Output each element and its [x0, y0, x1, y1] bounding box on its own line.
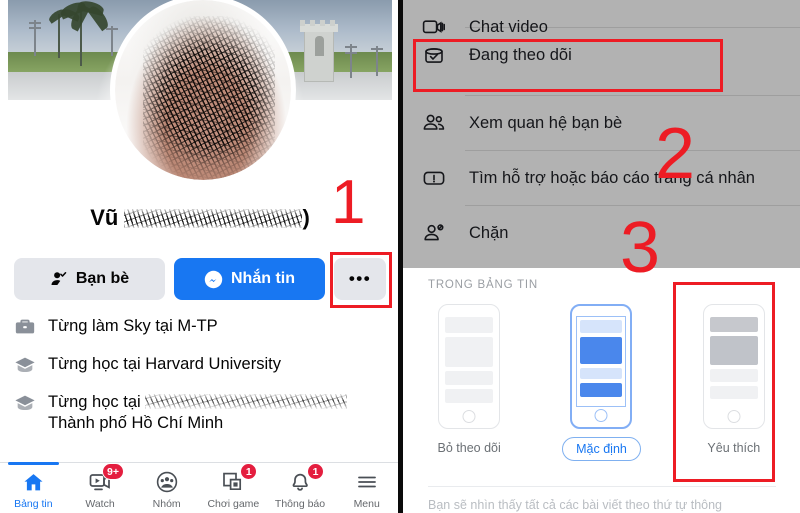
friend-check-icon — [51, 271, 67, 285]
more-options-label: ••• — [348, 269, 372, 288]
avatar-ring — [110, 0, 296, 185]
feed-option-yeu-thich[interactable]: Yêu thích — [668, 304, 800, 461]
profile-name-redaction — [124, 209, 303, 228]
video-icon: 9+ — [88, 463, 124, 495]
phone-preview-unfollow — [438, 304, 501, 429]
avatar[interactable] — [110, 0, 296, 185]
tab-watch[interactable]: 9+ Watch — [67, 463, 134, 513]
two-people-icon — [421, 108, 451, 138]
menu-item-xem-quan-he-ban-be[interactable]: Xem quan hệ bạn bè — [403, 96, 800, 150]
phone-preview-favorite — [702, 304, 765, 429]
tab-menu[interactable]: Menu — [333, 463, 400, 513]
menu-item-label: Xem quan hệ bạn bè — [469, 113, 623, 132]
profile-name-suffix: ) — [302, 205, 310, 230]
feed-option-label: Yêu thích — [707, 441, 761, 455]
tab-label: Menu — [353, 498, 380, 510]
profile-name-prefix: Vũ — [90, 205, 119, 230]
graduation-cap-icon — [14, 392, 36, 414]
tab-label: Watch — [85, 498, 115, 510]
list-item: Từng học tại Harvard University — [14, 354, 394, 376]
graduation-cap-icon — [14, 354, 36, 376]
feed-option-label: Bỏ theo dõi — [437, 441, 501, 455]
bell-icon: 1 — [288, 463, 325, 495]
tab-choi-game[interactable]: 1 Chơi game — [200, 463, 267, 513]
list-item: Từng học tại Thành phố Hồ Chí Minh — [14, 392, 394, 434]
briefcase-icon — [14, 316, 36, 338]
groups-icon — [155, 469, 179, 495]
education-prefix: Từng học tại — [48, 393, 146, 411]
message-button-label: Nhắn tin — [231, 270, 295, 287]
bottom-tab-bar: Bảng tin 9+ Watch Nhóm 1 Chơi game 1 Thô… — [0, 462, 400, 513]
feed-option-mac-dinh[interactable]: Mặc định — [535, 304, 667, 461]
message-button[interactable]: Nhắn tin — [174, 258, 325, 300]
education-city: Thành phố Hồ Chí Minh — [48, 414, 224, 432]
following-check-icon — [421, 40, 451, 70]
feed-settings-title: TRONG BẢNG TIN — [428, 279, 539, 291]
feed-settings-footer-text: Bạn sẽ nhìn thấy tất cả các bài viết the… — [428, 498, 723, 512]
home-icon — [22, 469, 45, 495]
tab-label: Nhóm — [152, 498, 181, 510]
feed-settings-divider — [428, 486, 776, 487]
menu-item-dang-theo-doi[interactable]: Đang theo dõi — [403, 28, 800, 82]
tab-badge: 1 — [240, 463, 258, 480]
annotation-step-1: 1 — [331, 168, 366, 237]
menu-item-chan[interactable]: Chặn — [403, 206, 800, 260]
education-info-text-redacted: Từng học tại Thành phố Hồ Chí Minh — [48, 392, 348, 434]
phone-content — [576, 316, 627, 407]
right-menu-screen: Chat video Đang theo dõi Xem quan hệ bạn… — [403, 0, 800, 513]
tab-thong-bao[interactable]: 1 Thông báo — [267, 463, 334, 513]
phone-content — [709, 317, 758, 406]
more-options-button[interactable]: ••• — [334, 258, 386, 300]
phone-home-button — [727, 410, 741, 423]
friends-button-label: Bạn bè — [75, 270, 130, 287]
feed-option-label: Mặc định — [562, 437, 641, 461]
profile-action-row: Bạn bè Nhắn tin ••• — [14, 258, 386, 300]
friends-button[interactable]: Bạn bè — [14, 258, 165, 300]
tab-nhom[interactable]: Nhóm — [133, 463, 200, 513]
feed-option-bo-theo-doi[interactable]: Bỏ theo dõi — [403, 304, 535, 461]
work-info-text: Từng làm Sky tại M-TP — [48, 317, 218, 335]
profile-info-list: Từng làm Sky tại M-TP Từng học tại Harva… — [14, 316, 394, 450]
left-profile-screen: Vũ ) Bạn bè Nhắn tin ••• 1 Từng làm Sky … — [0, 0, 400, 513]
tab-label: Thông báo — [274, 498, 326, 510]
annotation-step-3: 3 — [620, 208, 661, 288]
menu-item-tim-ho-tro[interactable]: Tìm hỗ trợ hoặc báo cáo trang cá nhân — [403, 151, 800, 205]
feed-settings-options: Bỏ theo dõi Mặc định Yêu thích — [403, 304, 800, 461]
menu-item-label: Đang theo dõi — [469, 45, 572, 64]
tab-label: Chơi game — [207, 498, 260, 510]
feed-settings-section: TRONG BẢNG TIN Bỏ theo dõi Mặc định Yêu … — [403, 268, 800, 513]
tab-badge: 9+ — [102, 463, 124, 480]
messenger-icon — [204, 270, 223, 288]
hamburger-icon — [355, 469, 379, 495]
menu-item-label: Chặn — [469, 223, 509, 242]
list-item: Từng làm Sky tại M-TP — [14, 316, 394, 338]
gamepad-icon: 1 — [221, 463, 258, 495]
screenshot-root: Vũ ) Bạn bè Nhắn tin ••• 1 Từng làm Sky … — [0, 0, 800, 513]
phone-preview-default — [570, 304, 633, 429]
annotation-step-2: 2 — [655, 114, 696, 194]
phone-home-button — [462, 410, 476, 423]
tab-label: Bảng tin — [14, 498, 53, 510]
report-exclamation-icon — [421, 163, 451, 193]
education-info-text: Từng học tại Harvard University — [48, 355, 281, 373]
menu-item-label: Tìm hỗ trợ hoặc báo cáo trang cá nhân — [469, 168, 755, 187]
education-redaction — [145, 394, 348, 409]
tab-badge: 1 — [307, 463, 325, 480]
block-person-icon — [421, 218, 451, 248]
phone-home-button — [594, 409, 608, 422]
tab-bang-tin[interactable]: Bảng tin — [0, 462, 67, 513]
avatar-redaction-scribble — [143, 16, 275, 180]
phone-content — [445, 317, 494, 406]
